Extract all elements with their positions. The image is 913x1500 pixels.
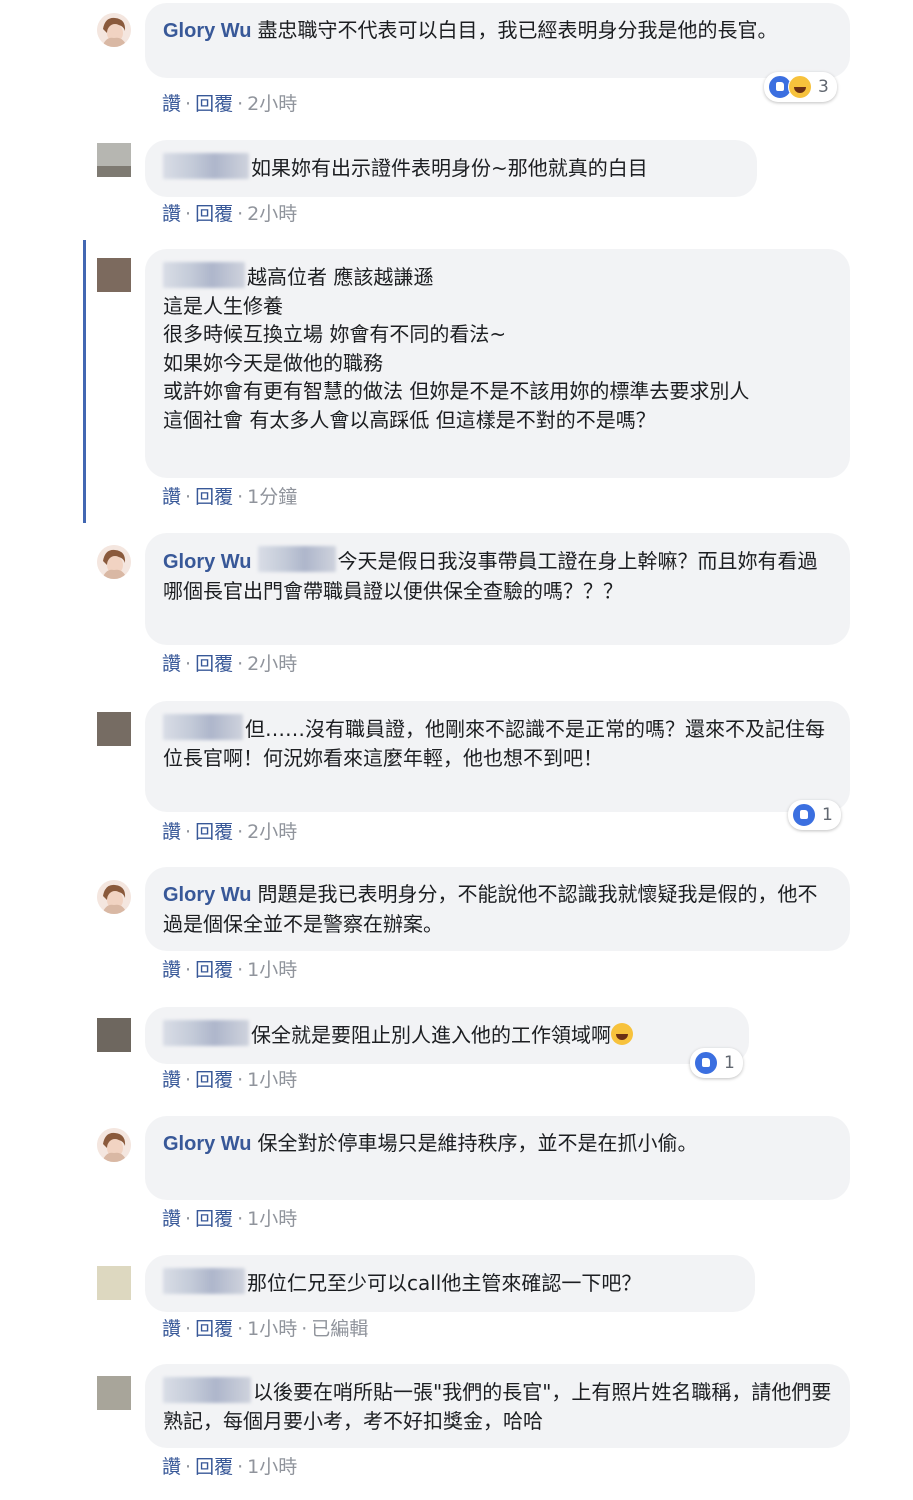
- reaction-count: 1: [724, 1053, 735, 1073]
- comment-time[interactable]: 1小時: [247, 1318, 297, 1340]
- comment-actions: 讚 · 回覆 · 2小時: [162, 653, 298, 675]
- comment-bubble: 以後要在哨所貼一張"我們的長官"，上有照片姓名職稱，請他們要熟記，每個月要小考，…: [145, 1364, 850, 1448]
- reaction-count: 1: [822, 805, 833, 825]
- comment-time[interactable]: 2小時: [247, 203, 297, 225]
- comment-bubble: 如果妳有出示證件表明身份~那他就真的白目: [145, 140, 757, 197]
- reply-link[interactable]: 回覆: [195, 1318, 233, 1340]
- avatar[interactable]: [97, 1128, 131, 1162]
- redacted-mention: [257, 546, 336, 572]
- comment-time[interactable]: 1小時: [247, 1069, 297, 1091]
- comment-time[interactable]: 2小時: [247, 821, 297, 843]
- comment-time[interactable]: 1小時: [247, 1456, 297, 1478]
- like-link[interactable]: 讚: [162, 1208, 181, 1230]
- comment-text: 保全就是要阻止別人進入他的工作領域啊: [251, 1023, 611, 1047]
- comment-author[interactable]: Glory Wu: [163, 884, 252, 906]
- comment-time[interactable]: 2小時: [247, 653, 297, 675]
- like-link[interactable]: 讚: [162, 203, 181, 225]
- like-link[interactable]: 讚: [162, 486, 181, 508]
- reply-link[interactable]: 回覆: [195, 486, 233, 508]
- haha-reaction-icon: [788, 75, 812, 99]
- redacted-name: [163, 262, 245, 288]
- redacted-name: [163, 1020, 249, 1046]
- comment-bubble: Glory Wu 問題是我已表明身分，不能說他不認識我就懷疑我是假的，他不過是個保…: [145, 867, 850, 951]
- reaction-summary[interactable]: 1: [788, 800, 841, 830]
- like-link[interactable]: 讚: [162, 1318, 181, 1340]
- redacted-name: [163, 1377, 251, 1403]
- reply-link[interactable]: 回覆: [195, 203, 233, 225]
- like-link[interactable]: 讚: [162, 1456, 181, 1478]
- comment-actions: 讚 · 回覆 · 1小時: [162, 1069, 298, 1091]
- comment-time[interactable]: 2小時: [247, 93, 297, 115]
- comment-author[interactable]: Glory Wu: [163, 1133, 252, 1155]
- redacted-name: [163, 714, 243, 740]
- comment-time[interactable]: 1分鐘: [247, 486, 297, 508]
- reply-link[interactable]: 回覆: [195, 1069, 233, 1091]
- thread-indicator-line: [83, 240, 86, 523]
- avatar[interactable]: [97, 1018, 131, 1052]
- comment-actions: 讚 · 回覆 · 1分鐘: [162, 486, 298, 508]
- comment-actions: 讚 · 回覆 · 2小時: [162, 203, 298, 225]
- reply-link[interactable]: 回覆: [195, 653, 233, 675]
- reaction-summary[interactable]: 3: [764, 72, 837, 102]
- comment-author[interactable]: Glory Wu: [163, 551, 252, 573]
- edited-label[interactable]: 已編輯: [311, 1318, 368, 1340]
- comment-text: 盡忠職守不代表可以白目，我已經表明身分我是他的長官。: [257, 18, 778, 42]
- comment-time[interactable]: 1小時: [247, 959, 297, 981]
- reply-link[interactable]: 回覆: [195, 821, 233, 843]
- avatar[interactable]: [97, 258, 131, 292]
- comment-actions: 讚 · 回覆 · 2小時: [162, 821, 298, 843]
- comment-bubble: Glory Wu 今天是假日我沒事帶員工證在身上幹嘛？而且妳有看過哪個長官出門會帶…: [145, 533, 850, 645]
- avatar[interactable]: [97, 13, 131, 47]
- avatar[interactable]: [97, 1266, 131, 1300]
- comment-actions: 讚 · 回覆 · 1小時: [162, 1208, 298, 1230]
- grinning-sweat-emoji-icon: [611, 1023, 633, 1045]
- comment-text: 那位仁兄至少可以call他主管來確認一下吧？: [247, 1271, 642, 1295]
- like-link[interactable]: 讚: [162, 653, 181, 675]
- comment-author[interactable]: Glory Wu: [163, 20, 252, 42]
- comment-actions: 讚 · 回覆 · 1小時: [162, 959, 298, 981]
- comment-text: 但……沒有職員證，他剛來不認識不是正常的嗎？還來不及記住每位長官啊！何況妳看來這…: [163, 717, 825, 770]
- comment-bubble: 但……沒有職員證，他剛來不認識不是正常的嗎？還來不及記住每位長官啊！何況妳看來這…: [145, 701, 850, 812]
- comment-text: 如果妳有出示證件表明身份~那他就真的白目: [251, 156, 648, 180]
- like-reaction-icon: [792, 803, 816, 827]
- reply-link[interactable]: 回覆: [195, 959, 233, 981]
- redacted-name: [163, 153, 249, 179]
- comment-bubble: 保全就是要阻止別人進入他的工作領域啊: [145, 1007, 749, 1064]
- comment-bubble: 那位仁兄至少可以call他主管來確認一下吧？: [145, 1255, 755, 1312]
- like-reaction-icon: [694, 1051, 718, 1075]
- comment-bubble: Glory Wu 盡忠職守不代表可以白目，我已經表明身分我是他的長官。: [145, 3, 850, 78]
- reply-link[interactable]: 回覆: [195, 93, 233, 115]
- comment-bubble: 越高位者 應該越謙遜 這是人生修養 很多時候互換立場 妳會有不同的看法~ 如果妳…: [145, 249, 850, 478]
- avatar[interactable]: [97, 545, 131, 579]
- comment-text: 越高位者 應該越謙遜 這是人生修養 很多時候互換立場 妳會有不同的看法~ 如果妳…: [163, 265, 750, 432]
- like-link[interactable]: 讚: [162, 1069, 181, 1091]
- avatar[interactable]: [97, 712, 131, 746]
- comment-text: 問題是我已表明身分，不能說他不認識我就懷疑我是假的，他不過是個保全並不是警察在辦…: [163, 882, 818, 936]
- comment-time[interactable]: 1小時: [247, 1208, 297, 1230]
- comment-actions: 讚 · 回覆 · 1小時: [162, 1456, 298, 1478]
- reply-link[interactable]: 回覆: [195, 1208, 233, 1230]
- avatar[interactable]: [97, 1376, 131, 1410]
- comment-text: 以後要在哨所貼一張"我們的長官"，上有照片姓名職稱，請他們要熟記，每個月要小考，…: [163, 1380, 832, 1433]
- reaction-count: 3: [818, 77, 829, 97]
- comment-actions: 讚 · 回覆 · 2小時: [162, 93, 298, 115]
- avatar[interactable]: [97, 880, 131, 914]
- comment-bubble: Glory Wu 保全對於停車場只是維持秩序，並不是在抓小偷。: [145, 1116, 850, 1200]
- reaction-summary[interactable]: 1: [690, 1048, 743, 1078]
- comment-text: 保全對於停車場只是維持秩序，並不是在抓小偷。: [257, 1131, 698, 1155]
- like-link[interactable]: 讚: [162, 821, 181, 843]
- like-link[interactable]: 讚: [162, 959, 181, 981]
- comment-actions: 讚 · 回覆 · 1小時 · 已編輯: [162, 1318, 369, 1340]
- like-link[interactable]: 讚: [162, 93, 181, 115]
- redacted-name: [163, 1268, 245, 1294]
- avatar[interactable]: [97, 143, 131, 177]
- reply-link[interactable]: 回覆: [195, 1456, 233, 1478]
